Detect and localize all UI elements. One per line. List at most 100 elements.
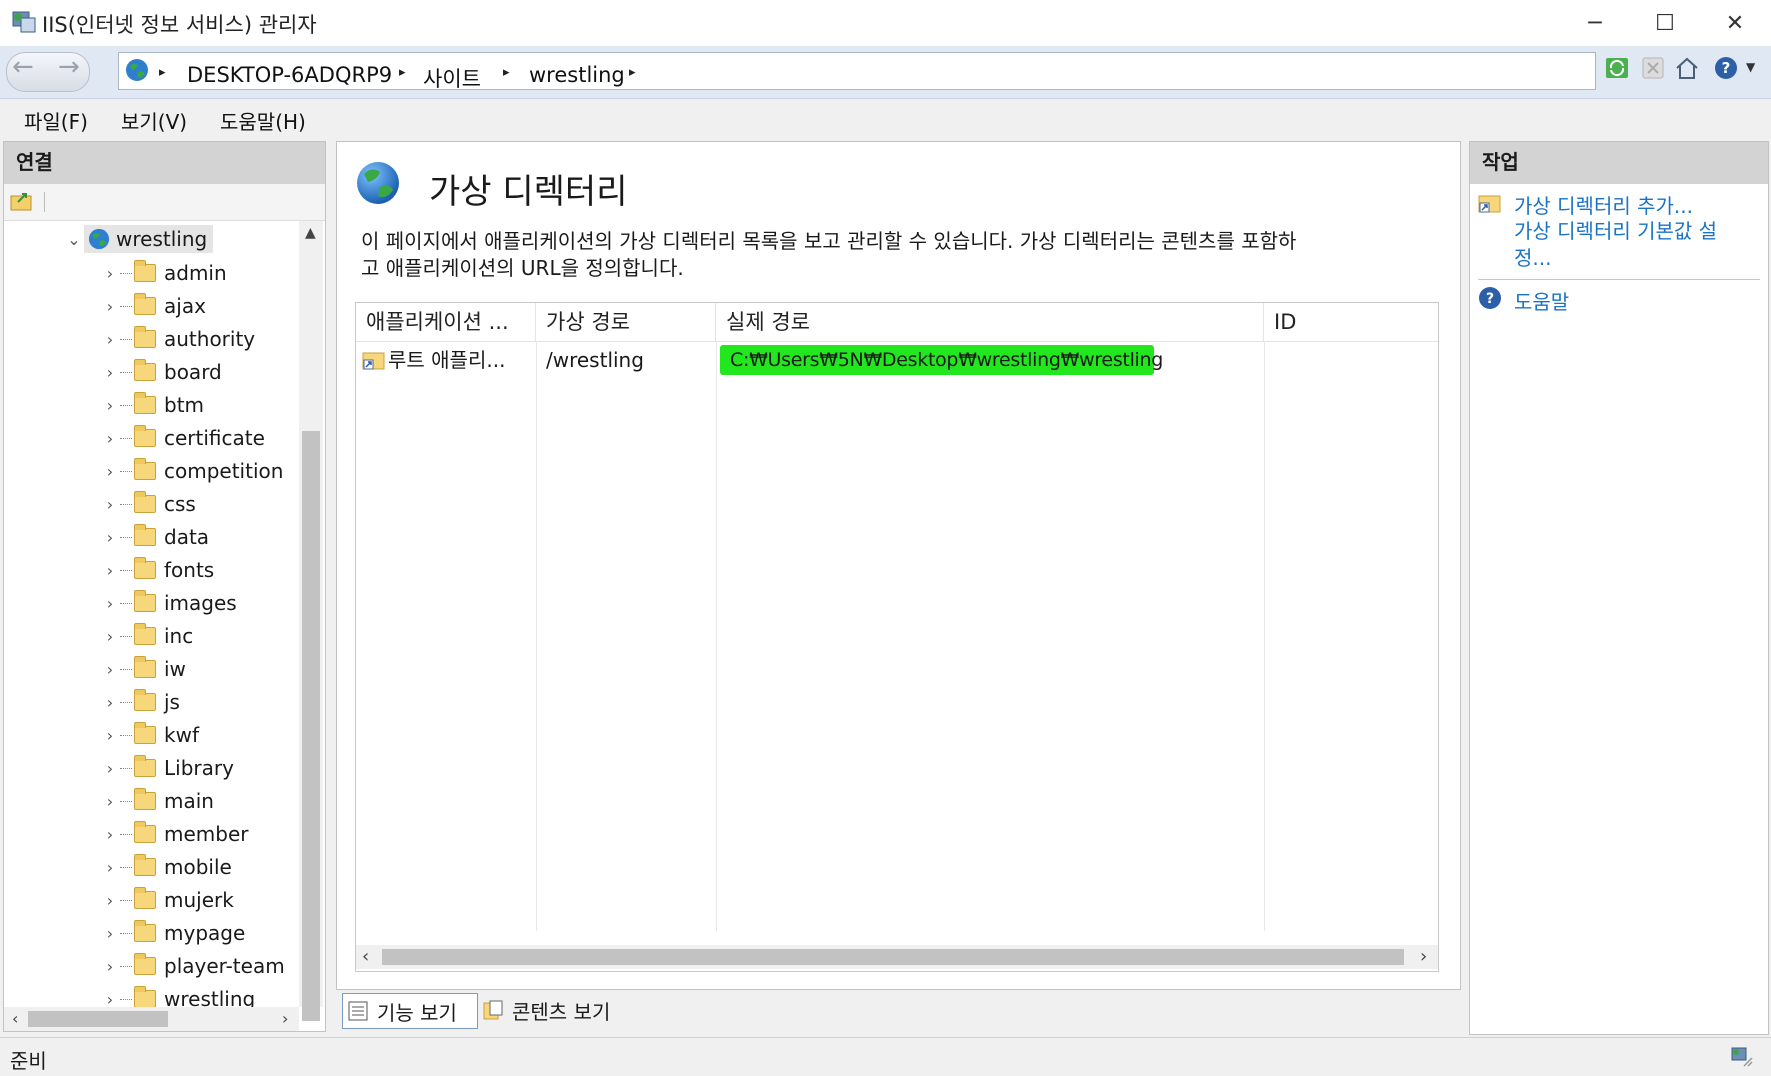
tree-node-folder[interactable]: › data xyxy=(4,521,299,553)
tree-node-folder[interactable]: › btm xyxy=(4,389,299,421)
close-button[interactable]: ✕ xyxy=(1700,0,1770,46)
help-dropdown-icon[interactable]: ? xyxy=(1714,55,1740,81)
tree-node-folder[interactable]: › wrestling xyxy=(4,983,299,1007)
tree-node-folder[interactable]: › mobile xyxy=(4,851,299,883)
tree-node-folder[interactable]: › iw xyxy=(4,653,299,685)
column-header-physical-path[interactable]: 실제 경로 xyxy=(716,303,1264,341)
tree-node-label: certificate xyxy=(164,426,265,450)
tree-node-folder[interactable]: › css xyxy=(4,488,299,520)
maximize-button[interactable]: ☐ xyxy=(1630,0,1700,46)
chevron-right-icon[interactable]: › xyxy=(102,792,118,811)
tree-connector xyxy=(120,305,132,307)
tree-node-folder[interactable]: › competition xyxy=(4,455,299,487)
minimize-button[interactable]: ─ xyxy=(1560,0,1630,46)
tree-node-label: main xyxy=(164,789,214,813)
tree-node-folder[interactable]: › main xyxy=(4,785,299,817)
column-header-virtual-path[interactable]: 가상 경로 xyxy=(536,303,716,341)
chevron-right-icon[interactable]: › xyxy=(102,627,118,646)
chevron-right-icon[interactable]: › xyxy=(102,825,118,844)
set-defaults-link[interactable]: 가상 디렉터리 기본값 설 정... xyxy=(1514,218,1717,272)
scroll-left-icon[interactable]: ‹ xyxy=(362,946,369,967)
tree-node-folder[interactable]: › Library xyxy=(4,752,299,784)
tree-node-folder[interactable]: › fonts xyxy=(4,554,299,586)
stop-icon[interactable] xyxy=(1640,55,1666,81)
tree-node-folder[interactable]: › images xyxy=(4,587,299,619)
connect-icon[interactable] xyxy=(10,190,34,212)
help-link[interactable]: 도움말 xyxy=(1514,286,1569,315)
table-row[interactable]: 루트 애플리... /wrestling C:₩Users₩5N₩Desktop… xyxy=(356,343,1438,377)
chevron-right-icon[interactable]: › xyxy=(102,429,118,448)
chevron-right-icon[interactable]: › xyxy=(102,726,118,745)
tree-node-folder[interactable]: › board xyxy=(4,356,299,388)
breadcrumb-separator: ▸ xyxy=(159,65,166,80)
tree-node-folder[interactable]: › player-team xyxy=(4,950,299,982)
chevron-right-icon[interactable]: › xyxy=(102,957,118,976)
chevron-right-icon[interactable]: › xyxy=(102,396,118,415)
tree-node-folder[interactable]: › member xyxy=(4,818,299,850)
chevron-right-icon[interactable]: › xyxy=(102,924,118,943)
breadcrumb-site[interactable]: wrestling xyxy=(529,63,625,87)
tree-node-folder[interactable]: › kwf xyxy=(4,719,299,751)
scroll-left-icon[interactable]: ‹ xyxy=(12,1009,18,1028)
tree-node-folder[interactable]: › ajax xyxy=(4,290,299,322)
chevron-right-icon[interactable]: › xyxy=(102,990,118,1008)
forward-button[interactable]: → xyxy=(58,52,80,82)
tab-content-view[interactable]: 콘텐츠 보기 xyxy=(482,993,610,1027)
home-icon[interactable] xyxy=(1674,55,1700,81)
chevron-right-icon[interactable]: › xyxy=(102,594,118,613)
folder-icon xyxy=(134,425,156,447)
tree-node-folder[interactable]: › certificate xyxy=(4,422,299,454)
scrollbar-thumb[interactable] xyxy=(28,1011,168,1027)
refresh-icon[interactable] xyxy=(1604,55,1630,81)
virtual-directory-grid[interactable]: 애플리케이션 ... 가상 경로 실제 경로 ID 루트 애플리... /wre… xyxy=(355,302,1439,972)
chevron-right-icon[interactable]: › xyxy=(102,561,118,580)
scrollbar-thumb[interactable] xyxy=(302,431,320,1021)
chevron-right-icon[interactable]: › xyxy=(102,363,118,382)
chevron-right-icon[interactable]: › xyxy=(102,693,118,712)
menu-file[interactable]: 파일(F) xyxy=(24,106,88,135)
tree-node-folder[interactable]: › mypage xyxy=(4,917,299,949)
tree-horizontal-scrollbar[interactable]: ‹ › xyxy=(4,1007,299,1031)
chevron-right-icon[interactable]: › xyxy=(102,297,118,316)
menu-help[interactable]: 도움말(H) xyxy=(220,106,306,135)
chevron-right-icon[interactable]: › xyxy=(102,495,118,514)
tree-vertical-scrollbar[interactable]: ▲ xyxy=(299,221,323,1021)
add-virtual-directory-link[interactable]: 가상 디렉터리 추가... xyxy=(1514,190,1693,219)
breadcrumb[interactable]: ▸ DESKTOP-6ADQRP9 ▸ 사이트 ▸ wrestling ▸ xyxy=(118,52,1596,93)
application-folder-icon xyxy=(134,986,156,1007)
chevron-right-icon[interactable]: › xyxy=(102,528,118,547)
tree-node-folder[interactable]: › authority xyxy=(4,323,299,355)
status-bar: 준비 xyxy=(0,1037,1771,1076)
tree-node-label: images xyxy=(164,591,237,615)
description-line: 고 애플리케이션의 URL을 정의합니다. xyxy=(361,256,684,280)
tree-node-label: player-team xyxy=(164,954,285,978)
grid-horizontal-scrollbar[interactable]: ‹ › xyxy=(356,945,1438,969)
tree-node-root[interactable]: ⌄ wrestling xyxy=(4,223,299,255)
chevron-right-icon[interactable]: › xyxy=(102,660,118,679)
chevron-right-icon[interactable]: › xyxy=(102,858,118,877)
tab-features-view[interactable]: 기능 보기 xyxy=(342,993,478,1029)
back-button[interactable]: ← xyxy=(12,52,34,82)
chevron-right-icon[interactable]: › xyxy=(102,264,118,283)
menu-view[interactable]: 보기(V) xyxy=(121,106,187,135)
chevron-right-icon[interactable]: › xyxy=(102,891,118,910)
chevron-right-icon[interactable]: › xyxy=(102,330,118,349)
tree-node-folder[interactable]: › js xyxy=(4,686,299,718)
chevron-right-icon[interactable]: › xyxy=(102,462,118,481)
scrollbar-thumb[interactable] xyxy=(382,949,1404,965)
breadcrumb-server[interactable]: DESKTOP-6ADQRP9 xyxy=(187,63,392,87)
tree-node-folder[interactable]: › admin xyxy=(4,257,299,289)
tree-node-folder[interactable]: › inc xyxy=(4,620,299,652)
scroll-right-icon[interactable]: › xyxy=(1420,946,1427,967)
site-tree[interactable]: ⌄ wrestling › admin › ajax › authority › board ›… xyxy=(4,221,299,1007)
scroll-right-icon[interactable]: › xyxy=(282,1009,288,1028)
column-header-application[interactable]: 애플리케이션 ... xyxy=(356,303,536,341)
tree-connector xyxy=(120,866,132,868)
breadcrumb-sites[interactable]: 사이트 xyxy=(423,63,481,93)
tree-node-folder[interactable]: › mujerk xyxy=(4,884,299,916)
column-header-identity[interactable]: ID xyxy=(1264,303,1438,341)
scroll-up-icon[interactable]: ▲ xyxy=(305,225,316,241)
chevron-down-icon[interactable]: ⌄ xyxy=(66,230,82,249)
chevron-down-icon[interactable]: ▼ xyxy=(1746,60,1755,74)
chevron-right-icon[interactable]: › xyxy=(102,759,118,778)
